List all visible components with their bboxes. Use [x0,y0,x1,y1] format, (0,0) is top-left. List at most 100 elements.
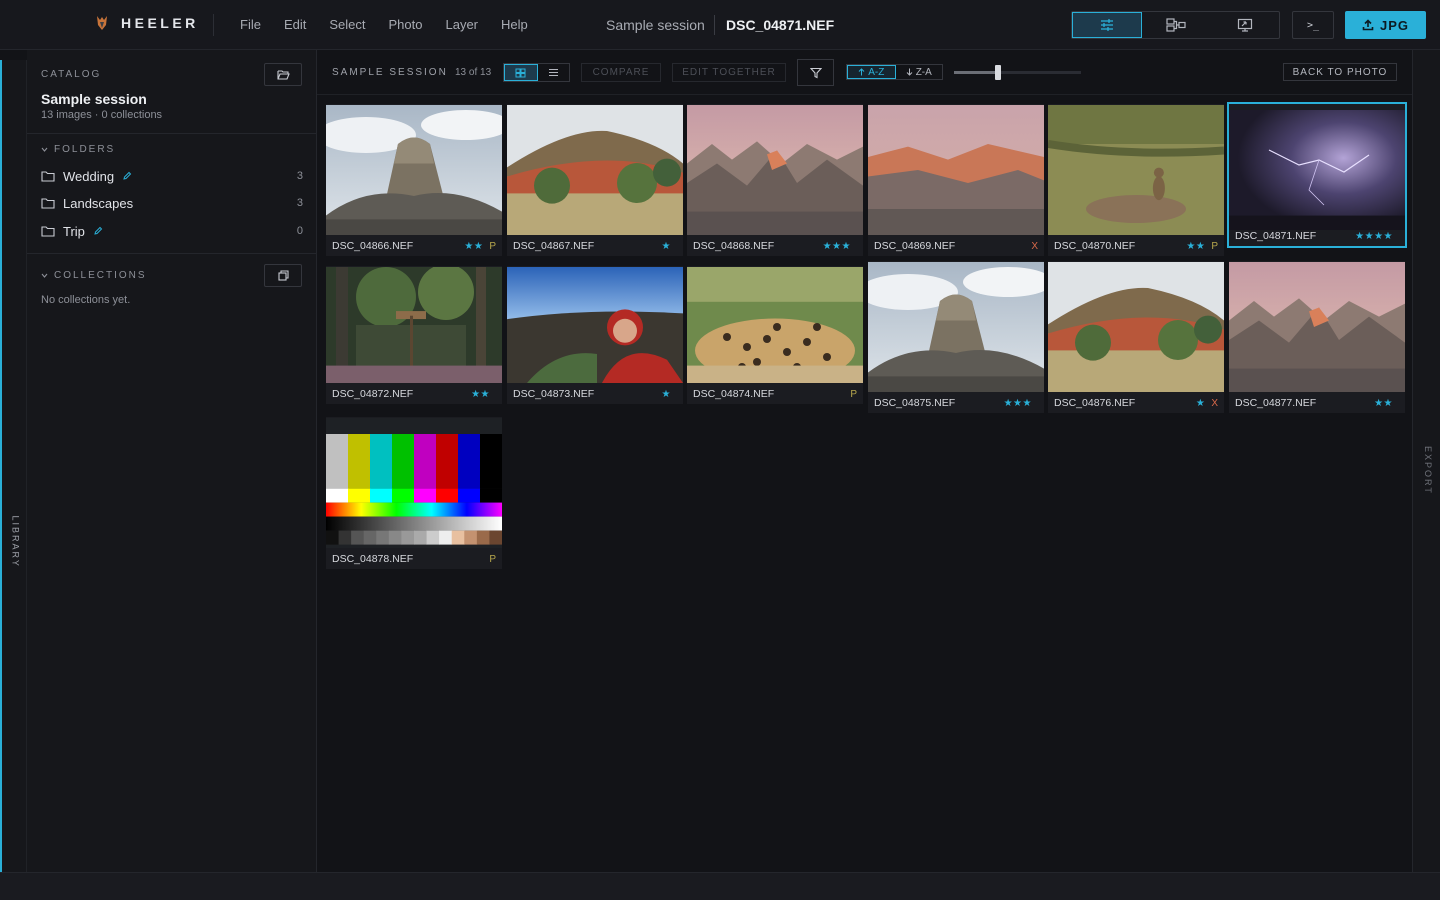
menu-select[interactable]: Select [329,17,365,32]
pick-flag[interactable]: P [850,389,857,400]
photo-filename: DSC_04870.NEF [1054,240,1136,252]
list-icon [548,69,558,76]
star-rating[interactable]: ★ [662,389,671,400]
photo-thumbnail[interactable]: DSC_04869.NEF X [868,104,1044,256]
node-graph-icon [1166,18,1187,32]
back-to-photo-button[interactable]: BACK TO PHOTO [1283,63,1397,81]
star-rating[interactable]: ★★★ [823,241,851,252]
thumbnail-zoom-slider[interactable] [954,71,1081,74]
star-rating[interactable]: ★ [662,241,671,252]
export-jpg-button[interactable]: JPG [1345,11,1426,39]
view-toggle [503,63,570,82]
zoom-slider-handle[interactable] [995,65,1002,80]
star-rating[interactable]: ★★★★ [1355,231,1393,242]
menu-edit[interactable]: Edit [284,17,306,32]
sort-asc-button[interactable]: A-Z [847,65,896,79]
photo-filename: DSC_04875.NEF [874,397,956,409]
folder-name: Landscapes [63,195,134,211]
folders-header[interactable]: FOLDERS [41,144,115,155]
photo-thumbnail[interactable]: DSC_04877.NEF ★★ [1229,261,1405,413]
sort-desc-button[interactable]: Z-A [896,65,943,79]
pick-flag[interactable]: X [1031,241,1038,252]
new-collection-button[interactable] [264,264,302,287]
photo-thumbnail[interactable]: DSC_04870.NEF ★★ P [1048,104,1224,256]
catalog-label: CATALOG [41,69,102,80]
thumbnail-caption: DSC_04867.NEF ★ [507,236,683,256]
star-rating[interactable]: ★ [1196,398,1205,409]
photo-preview [507,267,683,383]
session-title: Sample session [606,17,705,33]
menu-layer[interactable]: Layer [445,17,478,32]
folder-item-trip[interactable]: Trip 0 [41,220,303,242]
library-panel-tab[interactable]: LIBRARY [0,60,27,872]
catalog-name: Sample session [41,91,147,107]
photo-filename: DSC_04867.NEF [513,240,595,252]
folders-label: FOLDERS [54,144,116,155]
photo-preview [868,262,1044,392]
photo-filename: DSC_04878.NEF [332,553,414,565]
pick-flag[interactable]: X [1211,398,1218,409]
photo-thumbnail[interactable]: DSC_04872.NEF ★★ [326,266,502,404]
menu-file[interactable]: File [240,17,261,32]
folder-icon [41,197,55,209]
chevron-down-icon [41,147,48,152]
grid-view: SAMPLE SESSION 13 of 13 COMPARE EDIT TOG… [317,50,1412,872]
export-tab-label: EXPORT [1423,446,1433,495]
photo-preview [326,418,502,548]
monitor-icon [1237,18,1252,32]
mode-present-button[interactable] [1211,12,1279,38]
photo-thumbnail[interactable]: DSC_04873.NEF ★ [507,266,683,404]
photo-thumbnail[interactable]: DSC_04871.NEF ★★★★ [1227,102,1407,248]
photo-thumbnail[interactable]: DSC_04878.NEF P [326,417,502,569]
photo-filename: DSC_04871.NEF [1235,230,1317,242]
thumbnail-caption: DSC_04869.NEF X [868,236,1044,256]
sort-toggle: A-Z Z-A [846,64,943,80]
folder-name: Wedding [63,168,115,184]
pick-flag[interactable]: P [1211,241,1218,252]
star-rating[interactable]: ★★ [471,389,490,400]
edit-together-button[interactable]: EDIT TOGETHER [672,63,786,82]
mode-adjust-button[interactable] [1072,12,1143,38]
collections-header[interactable]: COLLECTIONS [41,270,147,281]
collections-empty-text: No collections yet. [41,294,131,306]
filter-icon [809,67,822,78]
pick-flag[interactable]: P [489,241,496,252]
menu-help[interactable]: Help [501,17,528,32]
photo-filename: DSC_04866.NEF [332,240,414,252]
photo-thumbnail[interactable]: DSC_04875.NEF ★★★ [868,261,1044,413]
photo-thumbnail[interactable]: DSC_04868.NEF ★★★ [687,104,863,256]
sliders-icon [1101,19,1114,31]
photo-thumbnail[interactable]: DSC_04876.NEF ★ X [1048,261,1224,413]
menu-photo[interactable]: Photo [389,17,423,32]
star-rating[interactable]: ★★ [1186,241,1205,252]
photo-filename: DSC_04877.NEF [1235,397,1317,409]
photo-preview [868,105,1044,235]
grid-toolbar: SAMPLE SESSION 13 of 13 COMPARE EDIT TOG… [317,50,1412,95]
photo-preview [1048,262,1224,392]
open-catalog-button[interactable] [264,63,302,86]
export-panel-tab[interactable]: EXPORT [1412,50,1440,872]
photo-preview [326,267,502,383]
star-rating[interactable]: ★★★ [1004,398,1032,409]
filter-button[interactable] [797,59,834,86]
mode-nodes-button[interactable] [1142,12,1210,38]
compare-button[interactable]: COMPARE [581,63,661,82]
photo-thumbnail[interactable]: DSC_04867.NEF ★ [507,104,683,256]
photo-preview [326,105,502,235]
app-logo: HEELER [95,14,199,32]
pencil-icon[interactable] [93,226,103,236]
photo-preview [1048,105,1224,235]
photo-thumbnail[interactable]: DSC_04874.NEF P [687,266,863,404]
grid-view-button[interactable] [504,64,538,81]
terminal-button[interactable]: >_ [1292,11,1334,39]
menu-bar: File Edit Select Photo Layer Help [240,17,551,32]
folder-item-wedding[interactable]: Wedding 3 [41,165,303,187]
folder-item-landscapes[interactable]: Landscapes 3 [41,192,303,214]
star-rating[interactable]: ★★ [1374,398,1393,409]
list-view-button[interactable] [538,64,570,81]
star-rating[interactable]: ★★ [464,241,483,252]
pencil-icon[interactable] [122,171,132,181]
thumbnail-caption: DSC_04873.NEF ★ [507,384,683,404]
photo-thumbnail[interactable]: DSC_04866.NEF ★★ P [326,104,502,256]
pick-flag[interactable]: P [489,554,496,565]
